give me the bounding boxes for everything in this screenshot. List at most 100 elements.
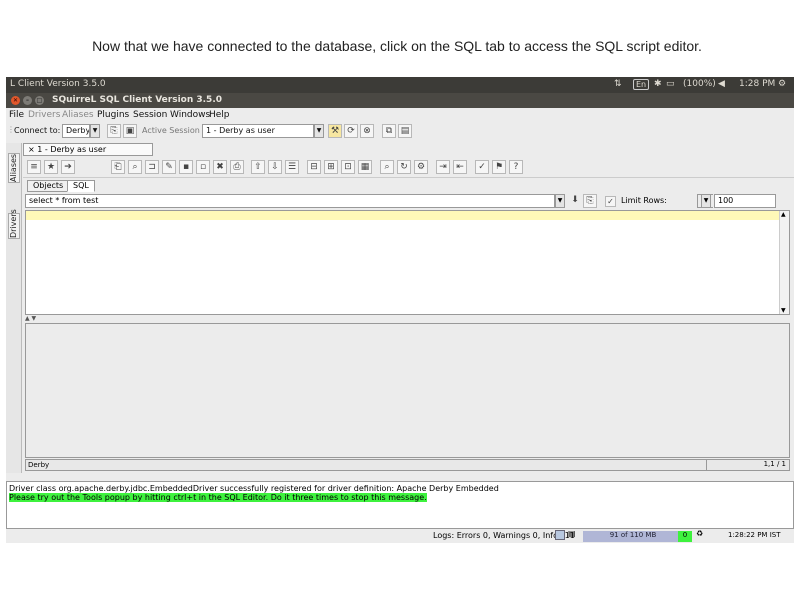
drivers-side-tab[interactable]: Drivers [8, 209, 20, 239]
system-app-name: L Client Version 3.5.0 [10, 79, 106, 89]
limit-rows-label: Limit Rows: [621, 196, 667, 205]
disconnect-icon[interactable]: ⊗ [360, 124, 374, 138]
cursor-position: 1,1 / 1 [706, 459, 790, 471]
limit-rows-input[interactable]: 100 [714, 194, 776, 208]
cascade-windows-icon[interactable]: ⧉ [382, 124, 396, 138]
keyboard-indicator[interactable]: En [633, 79, 650, 90]
main-toolbar: ⋮ Connect to: Derby ▼ ⎘ ▣ Active Session… [6, 122, 794, 142]
menu-help[interactable]: Help [209, 110, 230, 120]
window-title-bar: ✕ – □ SQuirreL SQL Client Version 3.5.0 [6, 93, 794, 108]
connect-to-label: Connect to: [14, 126, 61, 135]
gc-trash-icon[interactable]: ♻ [696, 529, 703, 538]
aliases-side-tab[interactable]: Aliases [8, 153, 20, 183]
sql-tab[interactable]: SQL [67, 180, 95, 192]
run-down-icon[interactable]: ⇩ [268, 160, 282, 174]
open-folder-icon[interactable]: ⊐ [145, 160, 159, 174]
menu-windows[interactable]: Windows [170, 110, 210, 120]
save-icon[interactable]: ▪ [179, 160, 193, 174]
run-up-icon[interactable]: ⇧ [251, 160, 265, 174]
sql-history-dropdown-button[interactable]: ▼ [555, 194, 565, 208]
history-icon[interactable]: ⊟ [307, 160, 321, 174]
sql-editor[interactable]: ▲ ▼ [25, 210, 790, 315]
limit-rows-dropdown-button[interactable]: ▼ [701, 194, 711, 208]
load-history-icon[interactable]: ⬇ [568, 194, 582, 208]
export-icon[interactable]: ⇥ [436, 160, 450, 174]
log-window-icon[interactable]: ▤ [568, 529, 576, 538]
window-title: SQuirreL SQL Client Version 3.5.0 [52, 95, 223, 105]
editor-results-splitter[interactable]: ▲ ▼ [25, 316, 790, 322]
maximize-window-icon[interactable]: □ [35, 96, 44, 105]
editor-status-left: Derby [28, 461, 50, 469]
log-filter-icon[interactable] [555, 530, 565, 540]
bluetooth-icon[interactable]: ✱ [654, 79, 662, 89]
connect-to-select[interactable]: Derby [62, 124, 90, 138]
splitter-up-icon[interactable]: ▲ [25, 315, 30, 322]
edit-icon[interactable]: ✎ [162, 160, 176, 174]
editor-scrollbar[interactable]: ▲ ▼ [779, 211, 789, 314]
menu-aliases[interactable]: Aliases [62, 110, 94, 120]
reconnect-icon[interactable]: ⟳ [344, 124, 358, 138]
sql-run-icon[interactable]: ≡ [27, 160, 41, 174]
tile-windows-icon[interactable]: ▤ [398, 124, 412, 138]
results-icon[interactable]: ⊞ [324, 160, 338, 174]
close-window-icon[interactable]: ✕ [11, 96, 20, 105]
session-tab-label: 1 - Derby as user [37, 145, 107, 154]
status-time: 1:28:22 PM IST [728, 531, 781, 539]
menu-bar: File Drivers Aliases Plugins Session Win… [6, 108, 794, 122]
status-footer: Logs: Errors 0, Warnings 0, Infos 11 ▤ 9… [6, 529, 794, 543]
new-file-icon[interactable]: ⎗ [111, 160, 125, 174]
log-line: Driver class org.apache.derby.jdbc.Embed… [9, 484, 499, 493]
navigate-icon[interactable]: ➔ [61, 160, 75, 174]
settings-icon[interactable]: ⚙ [414, 160, 428, 174]
active-session-select[interactable]: 1 - Derby as user [202, 124, 314, 138]
sql-history-bar: select * from test ▼ ⬇ ⎘ ✓ Limit Rows: ▼… [25, 193, 792, 209]
format-icon[interactable]: ☰ [285, 160, 299, 174]
import-icon[interactable]: ⇤ [453, 160, 467, 174]
garbage-collect-button[interactable]: 0 [678, 531, 692, 542]
current-line-highlight [26, 211, 789, 220]
sql-history-select[interactable]: select * from test [25, 194, 555, 208]
table-icon[interactable]: ▦ [358, 160, 372, 174]
save-as-icon[interactable]: ▫ [196, 160, 210, 174]
active-session-label: Active Session [142, 126, 200, 135]
battery-icon[interactable]: ▭ [666, 79, 675, 89]
limit-rows-checkbox[interactable]: ✓ [605, 196, 616, 207]
tools-icon[interactable]: ✓ [475, 160, 489, 174]
editor-status-row: Derby 1,1 / 1 [25, 459, 790, 471]
search-icon[interactable]: ⌕ [380, 160, 394, 174]
objects-tab[interactable]: Objects [27, 180, 70, 192]
schema-icon[interactable]: ⊡ [341, 160, 355, 174]
help-icon[interactable]: ? [509, 160, 523, 174]
system-top-bar: L Client Version 3.5.0 ⇅ En ✱ ▭ (100%) ◀… [6, 77, 794, 93]
menu-plugins[interactable]: Plugins [97, 110, 129, 120]
minimize-window-icon[interactable]: – [23, 96, 32, 105]
scroll-down-icon[interactable]: ▼ [781, 307, 786, 314]
menu-session[interactable]: Session [133, 110, 167, 120]
clock[interactable]: 1:28 PM [739, 79, 775, 89]
sessions-icon[interactable]: ▣ [123, 124, 137, 138]
battery-status[interactable]: (100%) [683, 79, 716, 89]
new-session-icon[interactable]: ⎘ [107, 124, 121, 138]
session-properties-icon[interactable]: ⚒ [328, 124, 342, 138]
active-session-dropdown-button[interactable]: ▼ [314, 124, 324, 138]
print-icon[interactable]: ⎙ [230, 160, 244, 174]
find-icon[interactable]: ⌕ [128, 160, 142, 174]
plugin-icon[interactable]: ⚑ [492, 160, 506, 174]
scroll-up-icon[interactable]: ▲ [781, 211, 786, 218]
volume-icon[interactable]: ◀ [718, 79, 725, 89]
splitter-down-icon[interactable]: ▼ [32, 315, 37, 322]
menu-drivers[interactable]: Drivers [28, 110, 60, 120]
left-side-tab-strip: Aliases Drivers [6, 143, 22, 473]
bookmark-icon[interactable]: ★ [44, 160, 58, 174]
copy-history-icon[interactable]: ⎘ [583, 194, 597, 208]
settings-gear-icon[interactable]: ⚙ [778, 79, 786, 89]
session-tab[interactable]: × 1 - Derby as user [23, 143, 153, 156]
network-icon[interactable]: ⇅ [614, 79, 622, 89]
memory-bar: 91 of 110 MB [583, 531, 683, 542]
connect-dropdown-button[interactable]: ▼ [90, 124, 100, 138]
refresh-icon[interactable]: ↻ [397, 160, 411, 174]
session-tab-close-icon[interactable]: × [28, 145, 35, 154]
close-file-icon[interactable]: ✖ [213, 160, 227, 174]
menu-file[interactable]: File [9, 110, 24, 120]
log-summary[interactable]: Logs: Errors 0, Warnings 0, Infos 11 [433, 531, 575, 540]
